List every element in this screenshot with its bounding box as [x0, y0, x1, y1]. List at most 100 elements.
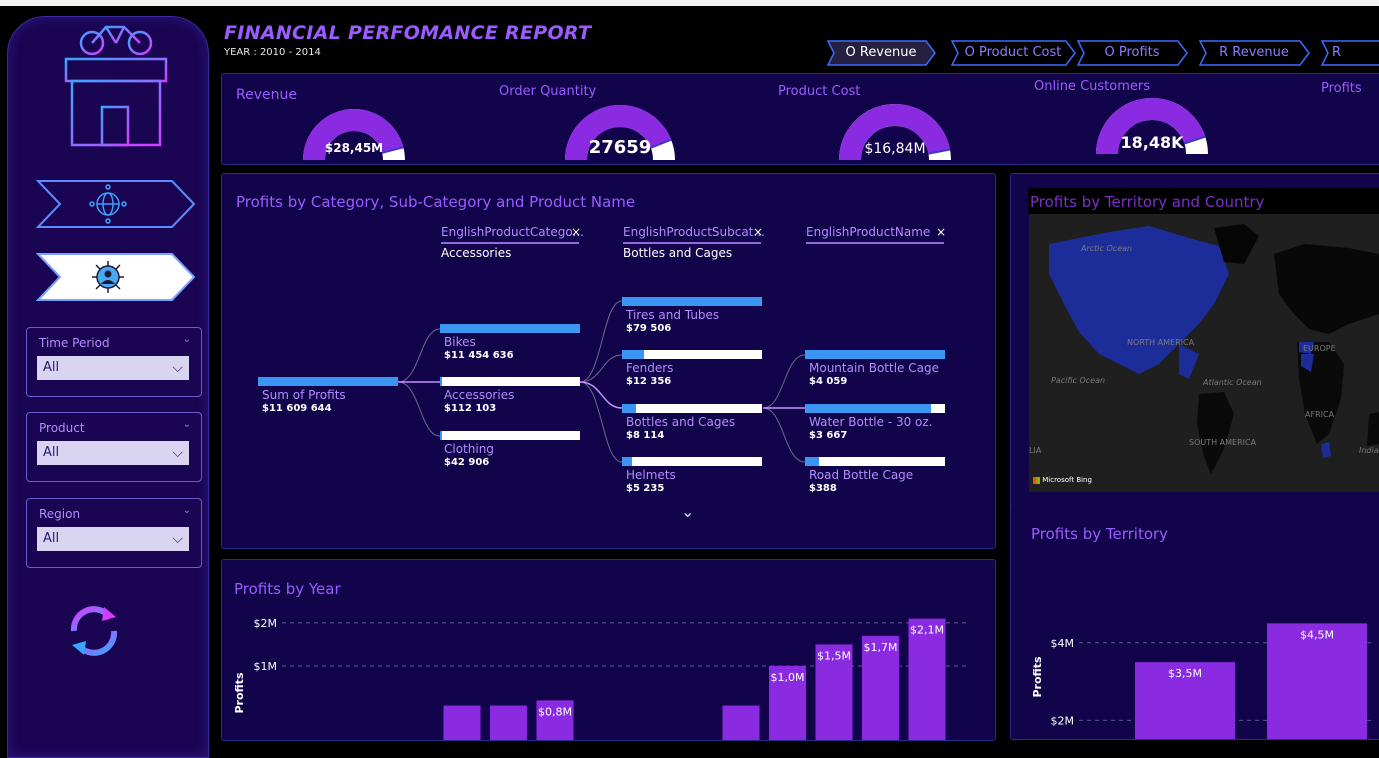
world-map[interactable]: Arctic Ocean NORTH AMERICA EUROPE Pacifi… — [1029, 214, 1379, 492]
bar — [908, 618, 946, 740]
level2-bar-track[interactable] — [622, 404, 762, 413]
tree-node-label: Fenders — [626, 361, 674, 375]
kpi-title: Product Cost — [778, 84, 861, 99]
refresh-icon[interactable] — [64, 601, 124, 661]
microsoft-logo-icon — [1033, 476, 1040, 484]
map-label: NORTH AMERICA — [1127, 338, 1195, 347]
slicer-label: Region — [39, 507, 81, 521]
chevron-down-icon[interactable]: ⌄ — [183, 505, 191, 516]
data-label: $3,5M — [1168, 667, 1202, 680]
tree-node-label: Tires and Tubes — [626, 308, 720, 322]
map-label: Arctic Ocean — [1081, 244, 1133, 253]
map-label: Atlantic Ocean — [1203, 378, 1262, 387]
data-label: $0,8M — [538, 705, 572, 718]
tab-label: O Revenue — [845, 45, 917, 60]
tree-node-value: $8 114 — [626, 430, 665, 441]
level1-bar-fill[interactable] — [440, 324, 580, 333]
level2-bar-fill[interactable] — [622, 350, 645, 359]
tab-o-revenue[interactable]: O Revenue — [826, 40, 936, 66]
tree-node-value: $3 667 — [809, 430, 848, 441]
slicer-dropdown[interactable]: All ⌵ — [37, 527, 189, 551]
y-axis-label: Profits — [233, 672, 246, 713]
page-subtitle: YEAR : 2010 - 2014 — [224, 47, 321, 58]
tree-node-label: Accessories — [444, 388, 515, 402]
data-label: $1,7M — [864, 641, 898, 654]
bar — [490, 705, 527, 740]
tree-node-label: Mountain Bottle Cage — [809, 361, 939, 375]
level3-bar-fill[interactable] — [805, 404, 931, 413]
level2-bar-fill[interactable] — [622, 404, 636, 413]
tree-node-label: Road Bottle Cage — [809, 468, 914, 482]
tab-r-product[interactable]: R Produ — [1320, 40, 1379, 66]
kpi-title: Order Quantity — [499, 84, 597, 99]
slicer-dropdown[interactable]: All ⌵ — [37, 441, 189, 465]
data-label: $4,5M — [1300, 628, 1334, 641]
slicer-label: Time Period — [39, 336, 110, 350]
slicer-product[interactable]: Product ⌄ All ⌵ — [26, 412, 202, 482]
slicer-dropdown[interactable]: All ⌵ — [37, 356, 189, 380]
kpi-title: Profits — [1321, 81, 1362, 96]
slicer-value: All — [43, 360, 60, 375]
window-top-bar — [0, 6, 1379, 12]
panel-title: Profits by Territory and Country — [1030, 193, 1265, 211]
level2-bar-fill[interactable] — [622, 297, 762, 306]
level1-bar-track[interactable] — [440, 377, 580, 386]
tree-bar-root[interactable] — [258, 377, 398, 386]
map-label: EUROPE — [1303, 344, 1336, 353]
tab-o-product-cost[interactable]: O Product Cost — [950, 40, 1076, 66]
chevron-down-icon: ⌵ — [172, 445, 183, 461]
expand-icon[interactable]: ⌄ — [681, 502, 694, 521]
tab-r-revenue[interactable]: R Revenue — [1198, 40, 1310, 66]
map-label: LIA — [1029, 446, 1042, 455]
level3-bar-fill[interactable] — [805, 350, 945, 359]
tree-node-value: $112 103 — [444, 403, 497, 414]
slicer-region[interactable]: Region ⌄ All ⌵ — [26, 498, 202, 568]
map-label: India — [1359, 446, 1379, 455]
level2-bar-track[interactable] — [622, 457, 762, 466]
slicer-time-period[interactable]: Time Period ⌄ All ⌵ — [26, 327, 202, 397]
tab-o-profits[interactable]: O Profits — [1076, 40, 1188, 66]
slicer-value: All — [43, 445, 60, 460]
map-label: Pacific Ocean — [1051, 376, 1106, 385]
tab-label: O Product Cost — [964, 45, 1062, 60]
map-label: SOUTH AMERICA — [1189, 438, 1257, 447]
tree-node-value: $5 235 — [626, 483, 665, 494]
map-attribution: Microsoft Bing — [1033, 476, 1092, 484]
tree-node-label: Helmets — [626, 468, 676, 482]
chevron-down-icon[interactable]: ⌄ — [183, 334, 191, 345]
decomposition-tree-panel: Profits by Category, Sub-Category and Pr… — [221, 173, 996, 549]
nav-arrow-users[interactable] — [36, 252, 196, 302]
kpi-value: $28,45M — [324, 141, 384, 155]
tree-node-value: $12 356 — [626, 376, 672, 387]
y-axis-label: Profits — [1031, 656, 1044, 697]
tree-node-label: Sum of Profits — [262, 388, 346, 402]
y-tick-label: $2M — [1051, 714, 1075, 727]
nav-arrow-globe[interactable] — [36, 179, 196, 229]
chevron-down-icon: ⌵ — [172, 360, 183, 376]
chevron-down-icon: ⌵ — [172, 531, 183, 547]
tree-node-label: Bottles and Cages — [626, 415, 736, 429]
page-title: FINANCIAL PERFOMANCE REPORT — [224, 22, 592, 44]
kpi-title: Revenue — [236, 87, 297, 103]
chevron-down-icon[interactable]: ⌄ — [183, 419, 191, 430]
kpi-value: $16,84M — [864, 141, 926, 157]
slicer-value: All — [43, 531, 60, 546]
slicer-label: Product — [39, 421, 85, 435]
tree-node-value: $4 059 — [809, 376, 848, 387]
bar — [722, 705, 760, 740]
level1-bar-track[interactable] — [440, 431, 580, 440]
profits-by-territory-panel: Profits by Territory $4M $2M Profits $3,5M $… — [1010, 505, 1379, 740]
profits-by-year-panel: Profits by Year $2M $1M Profits $0,8M $1,0M $… — [221, 559, 996, 741]
profits-by-year-chart: $2M $1M Profits $0,8M $1,0M $1,5M $1,7M $2,1M — [233, 617, 967, 740]
level3-bar-track[interactable] — [805, 457, 945, 466]
kpi-value: 27659 — [588, 137, 652, 158]
level1-bar-fill[interactable] — [440, 431, 442, 440]
tree-node-value: $388 — [809, 483, 837, 494]
tree-node-value: $11 609 644 — [262, 403, 332, 414]
bar — [443, 705, 481, 740]
level2-bar-fill[interactable] — [622, 457, 632, 466]
level1-bar-fill[interactable] — [440, 377, 442, 386]
data-label: $1,5M — [817, 649, 851, 662]
level3-bar-fill[interactable] — [805, 457, 819, 466]
kpi-value: 18,48K — [1120, 133, 1184, 152]
